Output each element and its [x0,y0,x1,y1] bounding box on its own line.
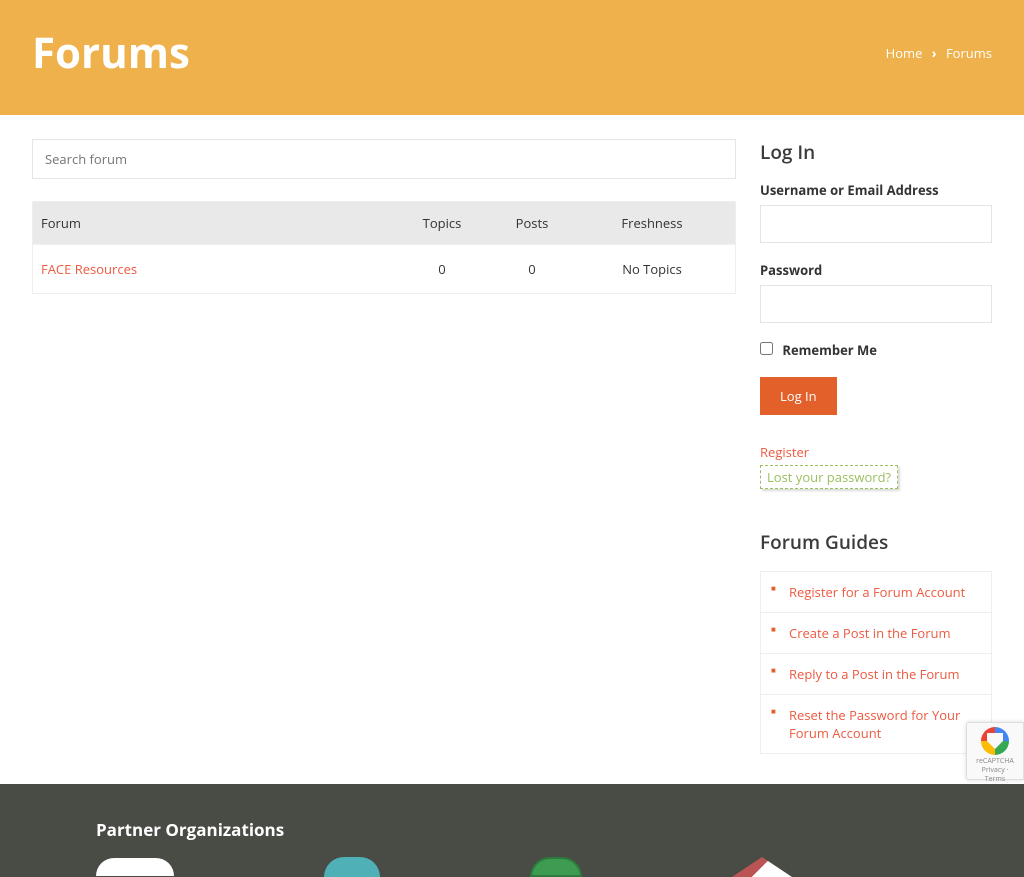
breadcrumb: Home › Forums [886,44,992,62]
cell-posts: 0 [487,260,577,278]
guides-title: Forum Guides [760,529,992,555]
list-item: Register for a Forum Account [761,572,991,613]
col-header-forum: Forum [41,214,397,232]
recaptcha-icon [981,727,1009,755]
username-input[interactable] [760,205,992,243]
chevron-right-icon: › [932,44,937,62]
main-content: Forum Topics Posts Freshness FACE Resour… [32,139,736,754]
password-input[interactable] [760,285,992,323]
sidebar: Log In Username or Email Address Passwor… [760,139,992,754]
search-input[interactable] [32,139,736,179]
partner-logo-icon [732,857,792,877]
forum-link[interactable]: FACE Resources [41,260,137,278]
page-title: Forums [32,24,190,81]
col-header-posts: Posts [487,214,577,232]
table-header: Forum Topics Posts Freshness [33,202,735,244]
col-header-topics: Topics [397,214,487,232]
page-header: Forums Home › Forums [0,0,1024,115]
list-item: Create a Post in the Forum [761,613,991,654]
recaptcha-label: reCAPTCHA [971,757,1019,766]
forum-table: Forum Topics Posts Freshness FACE Resour… [32,201,736,294]
partner-logo-icon [96,858,174,876]
col-header-freshness: Freshness [577,214,727,232]
register-link[interactable]: Register [760,443,809,461]
guide-link[interactable]: Create a Post in the Forum [789,624,951,642]
label-password: Password [760,261,992,279]
recaptcha-terms: Privacy · Terms [971,766,1019,784]
partner-logo-icon [324,857,380,877]
table-row: FACE Resources 0 0 No Topics [33,244,735,293]
guide-link[interactable]: Reset the Password for Your Forum Accoun… [789,706,960,742]
guide-link[interactable]: Register for a Forum Account [789,583,965,601]
label-username: Username or Email Address [760,181,992,199]
cell-topics: 0 [397,260,487,278]
cell-freshness: No Topics [577,260,727,278]
login-button[interactable]: Log In [760,377,837,415]
breadcrumb-home-link[interactable]: Home [886,44,923,62]
login-widget: Log In Username or Email Address Passwor… [760,139,992,489]
list-item: Reset the Password for Your Forum Accoun… [761,695,991,753]
partner-logos [96,857,928,877]
recaptcha-badge[interactable]: reCAPTCHA Privacy · Terms [966,722,1024,780]
remember-checkbox[interactable] [760,342,773,355]
forum-guides-widget: Forum Guides Register for a Forum Accoun… [760,529,992,754]
breadcrumb-current: Forums [946,44,992,62]
remember-label: Remember Me [782,341,877,359]
lost-password-link[interactable]: Lost your password? [760,465,898,489]
guide-list: Register for a Forum Account Create a Po… [760,571,992,754]
login-title: Log In [760,139,992,165]
partner-logo-icon [530,857,582,877]
guide-link[interactable]: Reply to a Post in the Forum [789,665,960,683]
partners-title: Partner Organizations [96,818,928,841]
list-item: Reply to a Post in the Forum [761,654,991,695]
